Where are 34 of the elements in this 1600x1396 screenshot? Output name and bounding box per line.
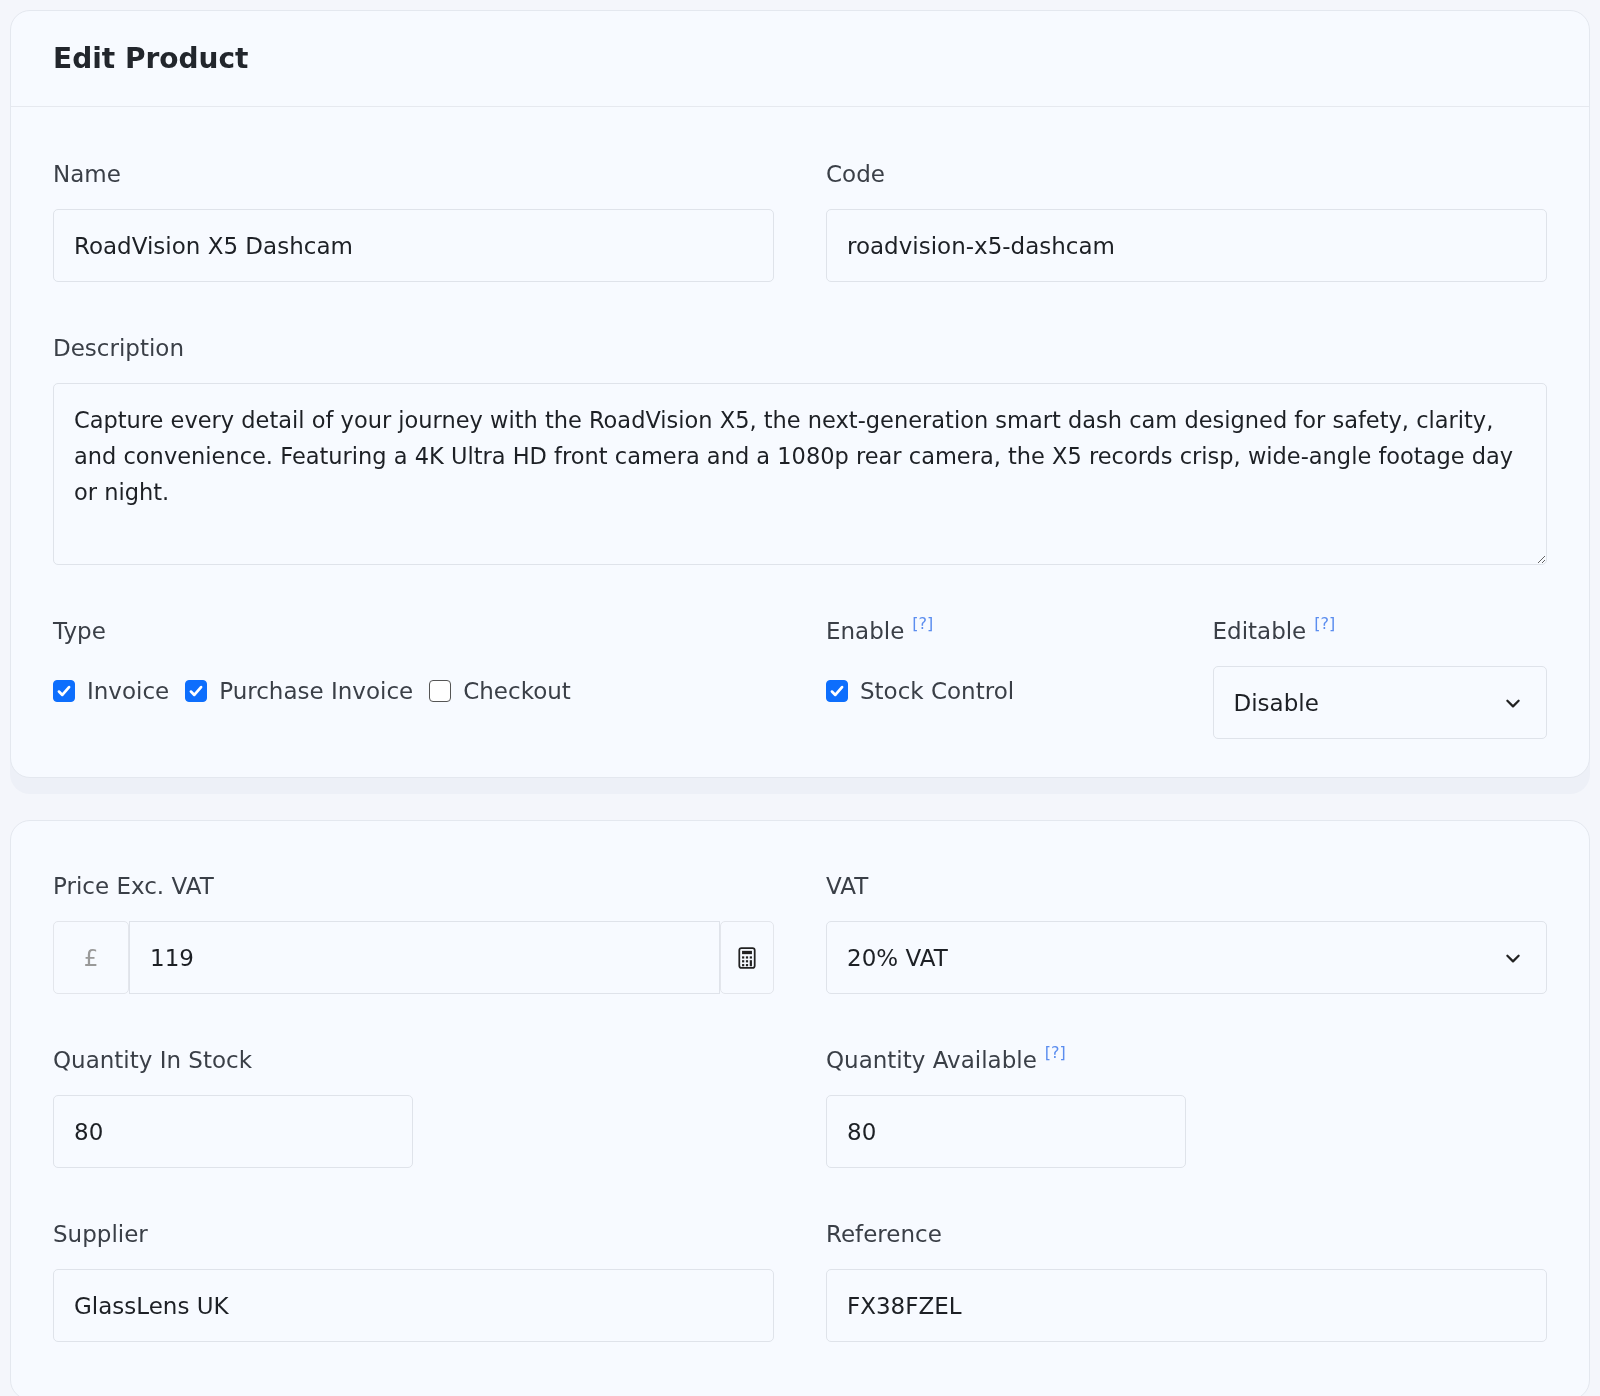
checkbox-label: Checkout [463, 678, 571, 704]
text-area[interactable]: Capture every detail of your journey with the RoadVision X5, the next-generation smart dash cam designed for safety, clarity, and convenience. Featuring a 4K Ultra HD front camera and a 1080p rear camera, the X5 records crisp, wide-angle footage day or night. [53, 383, 1547, 565]
select-field[interactable]: Disable [1212, 666, 1547, 739]
field-label: Quantity Available [826, 1046, 1037, 1075]
card-title: Edit Product [53, 42, 249, 75]
input-field[interactable]: 80 [826, 1095, 1186, 1168]
field-label: VAT [826, 872, 869, 901]
checkbox[interactable] [185, 680, 208, 702]
field-label: Enable [826, 617, 905, 646]
field-label: Editable [1212, 617, 1307, 646]
field-label: Reference [826, 1220, 942, 1249]
checkbox-label: Stock Control [860, 678, 1015, 704]
checkbox-label: Purchase Invoice [219, 678, 414, 704]
input-field[interactable]: RoadVision X5 Dashcam [53, 209, 774, 282]
currency-addon: £ [53, 921, 129, 994]
checkbox[interactable] [429, 680, 452, 702]
input-field[interactable]: roadvision-x5-dashcam [826, 209, 1547, 282]
checkbox-label: Invoice [87, 678, 170, 704]
field-label: Description [53, 334, 184, 363]
field-label: Name [53, 160, 121, 189]
input-field[interactable]: 80 [53, 1095, 413, 1168]
calculator-icon [738, 946, 756, 969]
checkbox[interactable] [53, 680, 75, 702]
field-label: Supplier [53, 1220, 148, 1249]
field-label: Price Exc. VAT [53, 872, 214, 901]
field-label: Type [53, 617, 106, 646]
input-field[interactable]: 119 [129, 921, 720, 994]
select-field[interactable]: 20% VAT [826, 921, 1547, 994]
field-label: Code [826, 160, 885, 189]
input-field[interactable]: FX38FZEL [826, 1269, 1547, 1342]
input-field[interactable]: GlassLens UK [53, 1269, 774, 1342]
checkbox[interactable] [826, 680, 848, 702]
field-label: Quantity In Stock [53, 1046, 253, 1075]
calculator-button[interactable] [720, 921, 774, 994]
